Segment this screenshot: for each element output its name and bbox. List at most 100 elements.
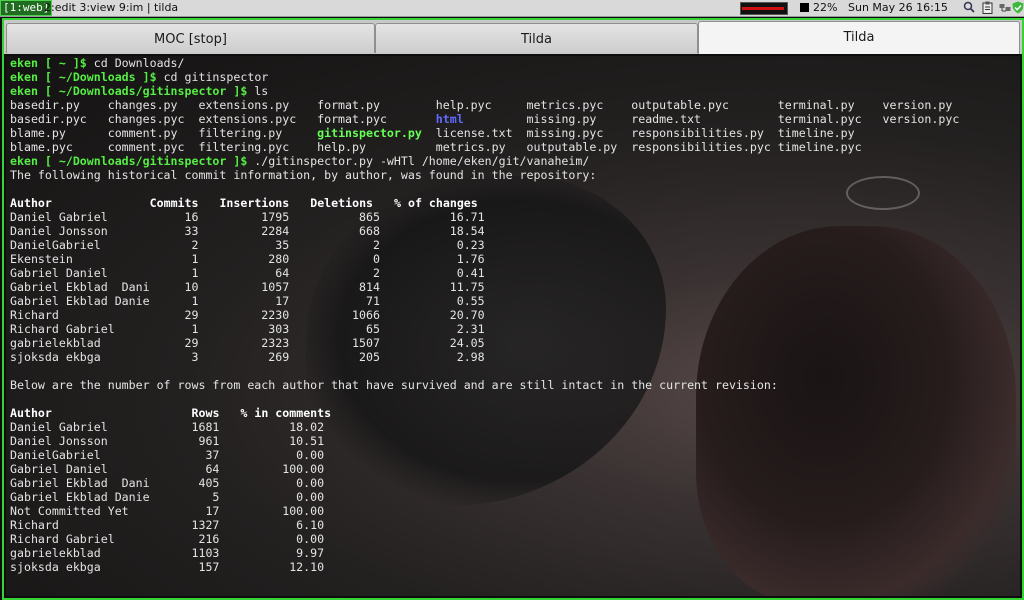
terminal-text: missing.py readme.txt terminal.pyc versi… [463,112,960,126]
terminal-text: Insertions [219,196,290,210]
tab-bar: MOC [stop] Tilda Tilda [4,20,1022,54]
terminal-line: sjoksda ekbga 157 12.10 [10,560,324,574]
terminal-text: html [435,112,464,126]
terminal-text: blame.pyc comment.pyc filtering.pyc help… [10,140,862,154]
terminal-text: % in comments [240,406,332,420]
network-icon[interactable] [998,1,1012,14]
terminal-text: Commits [149,196,199,210]
battery-percent: 22% [813,1,838,14]
terminal-text: Gabriel Ekblad Dani 10 1057 814 11.75 [10,280,485,294]
terminal-text: sjoksda ekbga 3 269 205 2.98 [10,350,485,364]
terminal-text: Richard Gabriel 1 303 65 2.31 [10,322,485,336]
shell-prompt: eken [ ~ ]$ [10,56,87,70]
terminal-text: % of changes [394,196,478,210]
terminal-line: Daniel Gabriel 16 1795 865 16.71 [10,210,485,224]
battery-meter [740,2,788,15]
terminal-line: Daniel Jonsson 961 10.51 [10,434,324,448]
terminal-line: Below are the number of rows from each a… [10,378,778,392]
terminal-text: cd gitinspector [156,70,269,84]
terminal-line: blame.pyc comment.pyc filtering.pyc help… [10,140,862,154]
terminal-text: Deletions [310,196,374,210]
terminal-line: Gabriel Ekblad Dani 10 1057 814 11.75 [10,280,485,294]
terminal-text: gabrielekblad 1103 9.97 [10,546,325,560]
shell-prompt: eken [ ~/Downloads/gitinspector ]$ [10,154,248,168]
terminal-line: eken [ ~/Downloads/gitinspector ]$ ./git… [10,154,589,168]
shell-prompt: eken [ ~/Downloads/gitinspector ]$ [10,84,248,98]
clock: Sun May 26 16:15 [848,1,948,14]
terminal-text: ls [247,84,269,98]
terminal-text: Daniel Gabriel 16 1795 865 16.71 [10,210,485,224]
terminal-line: sjoksda ekbga 3 269 205 2.98 [10,350,485,364]
terminal-text: DanielGabriel 2 35 2 0.23 [10,238,485,252]
terminal-line: Ekenstein 1 280 0 1.76 [10,252,485,266]
terminal-line: Richard 1327 6.10 [10,518,324,532]
terminal-text: sjoksda ekbga 157 12.10 [10,560,325,574]
terminal-line: eken [ ~/Downloads ]$ cd gitinspector [10,70,268,84]
terminal-line: basedir.py changes.py extensions.py form… [10,98,952,112]
terminal-text: ./gitinspector.py -wHTl /home/eken/git/v… [247,154,590,168]
square-icon [800,3,809,12]
terminal-text: Richard 29 2230 1066 20.70 [10,308,485,322]
terminal-line: Gabriel Ekblad Danie 1 17 71 0.55 [10,294,485,308]
terminal-line: Gabriel Ekblad Danie 5 0.00 [10,490,324,504]
terminal-text: license.txt missing.pyc responsibilities… [421,126,855,140]
terminal-text: DanielGabriel 37 0.00 [10,448,325,462]
terminal-text: Daniel Jonsson 33 2284 668 18.54 [10,224,485,238]
terminal-text: Daniel Gabriel 1681 18.02 [10,420,325,434]
terminal-line: Daniel Jonsson 33 2284 668 18.54 [10,224,485,238]
terminal-text: Daniel Jonsson 961 10.51 [10,434,325,448]
terminal-line: eken [ ~/Downloads/gitinspector ]$ ls [10,84,268,98]
tab-tilda-2[interactable]: Tilda [698,21,1020,54]
terminal-line: DanielGabriel 37 0.00 [10,448,324,462]
terminal-text: gabrielekblad 29 2323 1507 24.05 [10,336,485,350]
terminal-line: Gabriel Ekblad Dani 405 0.00 [10,476,324,490]
battery-meter-fill [742,7,784,10]
terminal-text: Gabriel Daniel 1 64 2 0.41 [10,266,485,280]
terminal-text: Author [10,406,52,420]
terminal-line: Not Committed Yet 17 100.00 [10,504,324,518]
tab-tilda-1[interactable]: Tilda [375,23,698,53]
terminal-text: Richard 1327 6.10 [10,518,325,532]
terminal-view[interactable]: eken [ ~ ]$ cd Downloads/ eken [ ~/Downl… [6,56,1020,596]
terminal-text: Below are the number of rows from each a… [10,378,778,392]
terminal-text: Gabriel Ekblad Dani 405 0.00 [10,476,325,490]
terminal-line: Author Rows % in comments [10,406,331,420]
terminal-line: eken [ ~ ]$ cd Downloads/ [10,56,185,70]
terminal-text: Gabriel Ekblad Danie 5 0.00 [10,490,325,504]
shell-prompt: eken [ ~/Downloads ]$ [10,70,157,84]
shield-check-icon[interactable] [1011,1,1024,14]
terminal-line: gabrielekblad 1103 9.97 [10,546,324,560]
terminal-line: Richard 29 2230 1066 20.70 [10,308,485,322]
terminal-text: Ekenstein 1 280 0 1.76 [10,252,485,266]
terminal-line: Author Commits Insertions Deletions % of… [10,196,478,210]
terminal-line: gabrielekblad 29 2323 1507 24.05 [10,336,485,350]
terminal-line: The following historical commit informat… [10,168,596,182]
terminal-text: cd Downloads/ [86,56,185,70]
search-icon[interactable] [962,1,976,14]
terminal-line: Daniel Gabriel 1681 18.02 [10,420,324,434]
tab-moc[interactable]: MOC [stop] [6,23,375,53]
terminal-text: basedir.py changes.py extensions.py form… [10,98,953,112]
terminal-text: basedir.pyc changes.pyc extensions.pyc f… [10,112,436,126]
terminal-line: Gabriel Daniel 1 64 2 0.41 [10,266,485,280]
terminal-text: Rows [191,406,220,420]
terminal-line: DanielGabriel 2 35 2 0.23 [10,238,485,252]
terminal-output: eken [ ~ ]$ cd Downloads/ eken [ ~/Downl… [10,56,959,574]
terminal-text: Not Committed Yet 17 100.00 [10,504,325,518]
terminal-text: Richard Gabriel 216 0.00 [10,532,325,546]
terminal-text: gitinspector.py [317,126,422,140]
tilda-window: MOC [stop] Tilda Tilda eken [ ~ ]$ cd Do… [2,18,1024,600]
terminal-text: blame.py comment.py filtering.py [10,126,318,140]
clipboard-icon[interactable] [980,1,994,14]
workspace-list[interactable]: 2:edit 3:view 9:im | tilda [44,0,178,15]
terminal-line: Gabriel Daniel 64 100.00 [10,462,324,476]
terminal-text: The following historical commit informat… [10,168,597,182]
terminal-line: Richard Gabriel 1 303 65 2.31 [10,322,485,336]
terminal-text: Gabriel Ekblad Danie 1 17 71 0.55 [10,294,485,308]
